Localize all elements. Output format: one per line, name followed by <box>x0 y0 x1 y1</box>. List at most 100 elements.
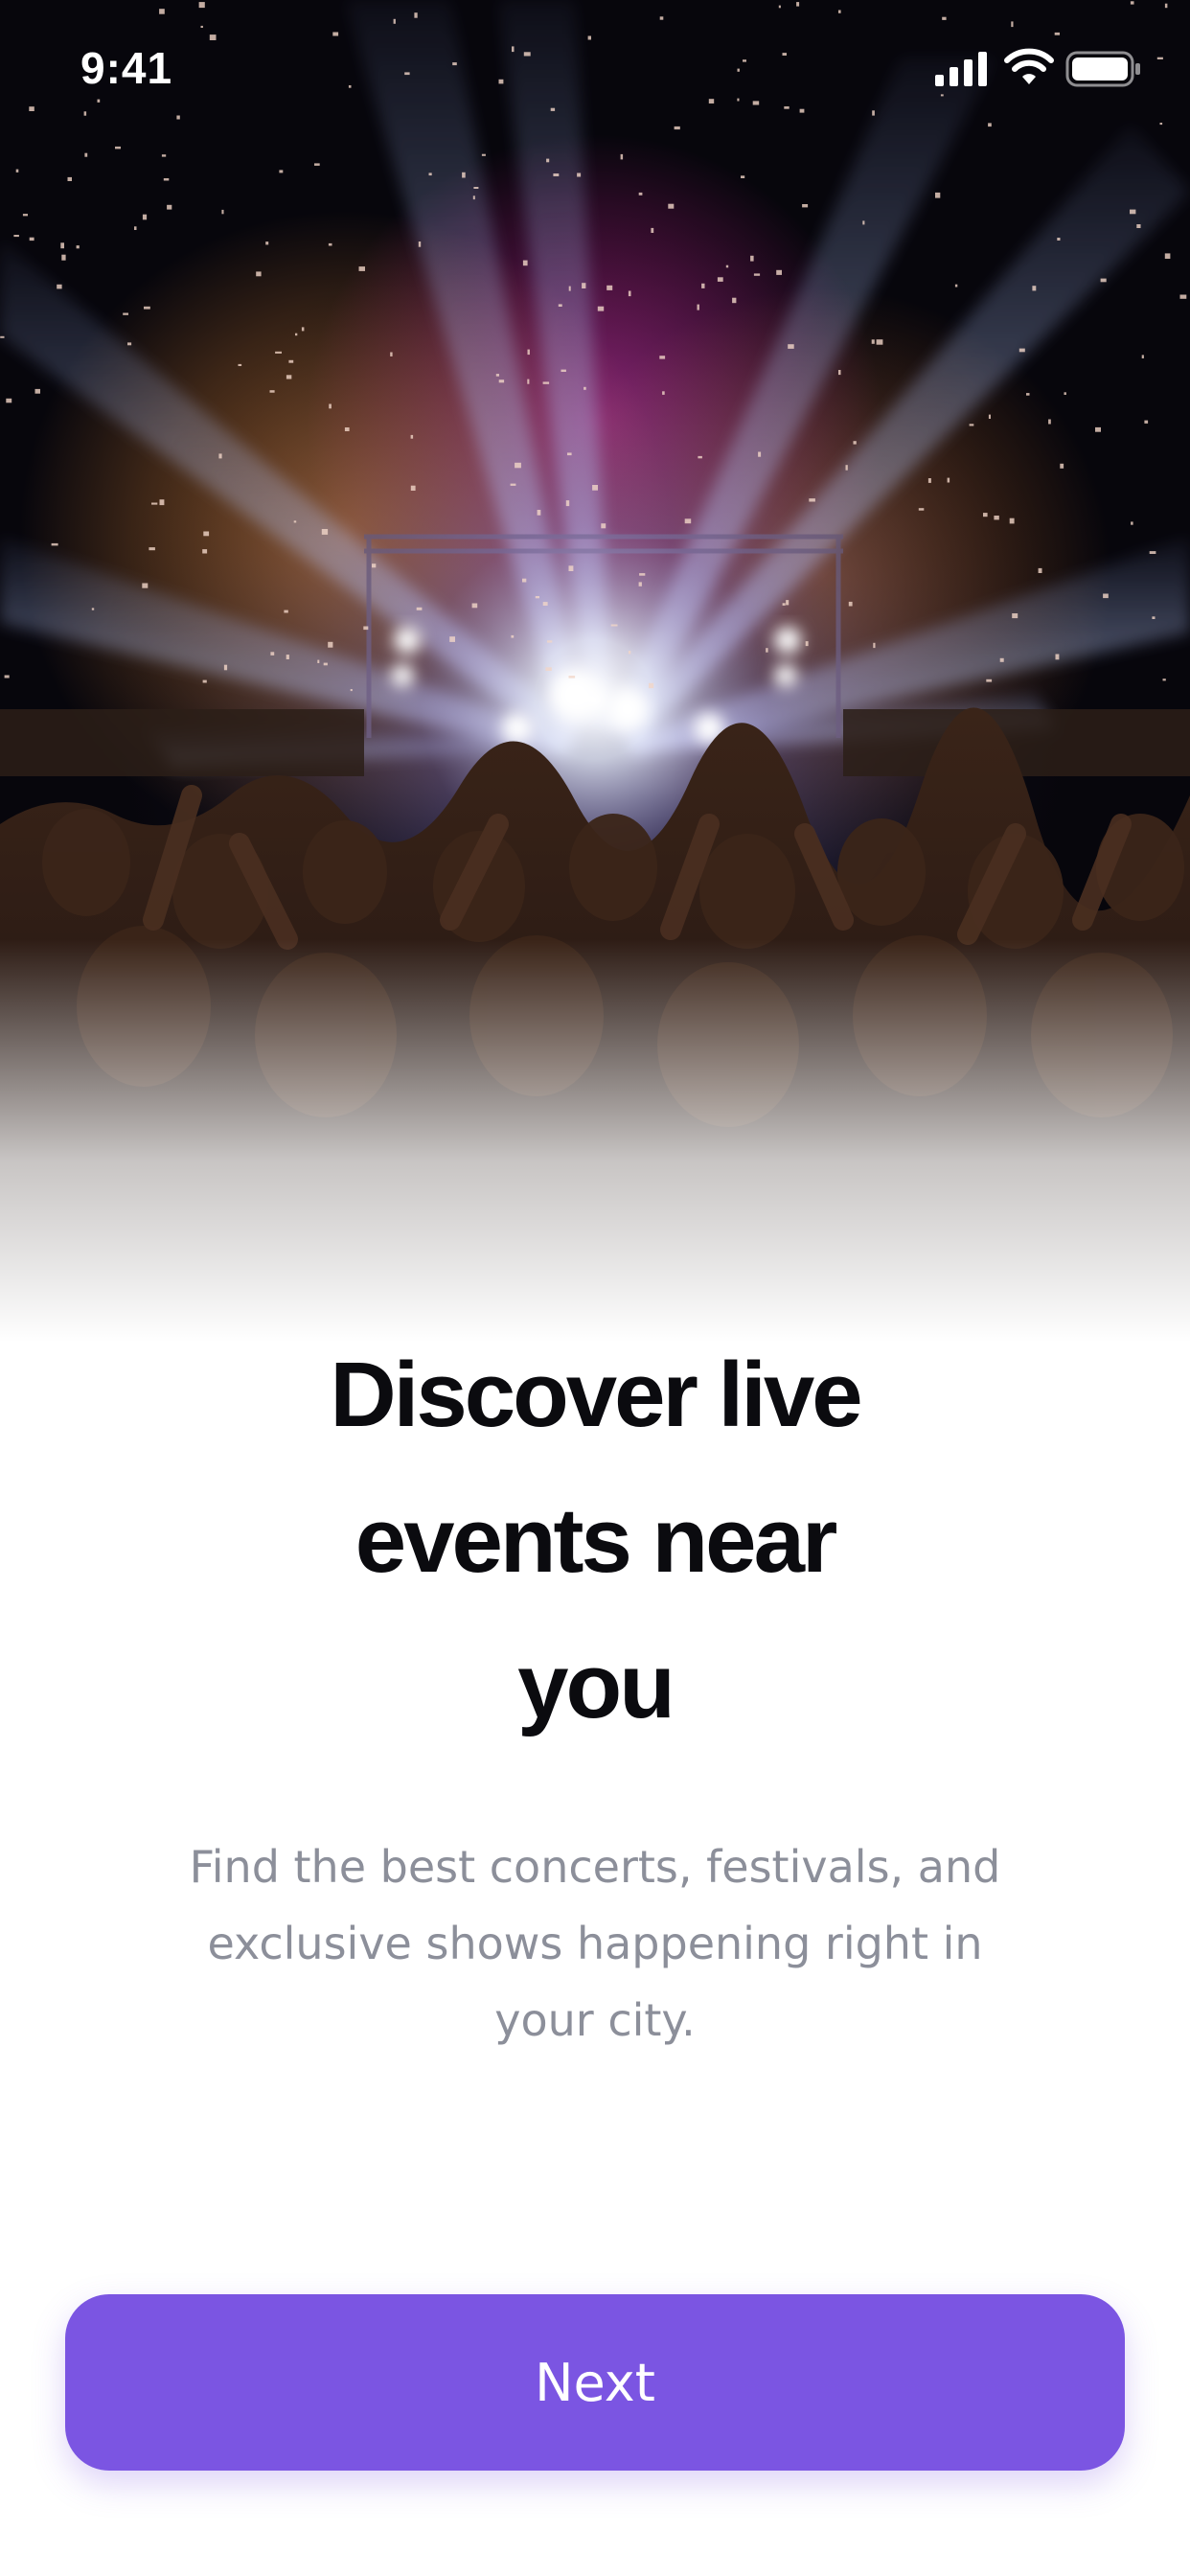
confetti-speck <box>84 152 88 157</box>
confetti-speck <box>358 266 365 271</box>
confetti-speck <box>167 204 172 210</box>
status-time: 9:41 <box>80 43 173 93</box>
confetti-speck <box>142 583 149 588</box>
confetti-speck <box>149 547 155 551</box>
cellular-signal-icon <box>935 52 987 86</box>
confetti-speck <box>515 462 521 469</box>
confetti-speck <box>983 513 988 518</box>
confetti-speck <box>788 344 794 349</box>
confetti-speck <box>350 689 353 692</box>
confetti-speck <box>537 510 541 516</box>
confetti-speck <box>553 173 560 176</box>
confetti-speck <box>1026 393 1030 396</box>
confetti-speck <box>163 178 170 181</box>
confetti-speck <box>495 374 499 377</box>
confetti-speck <box>698 455 702 459</box>
confetti-speck <box>238 363 242 366</box>
confetti-speck <box>732 297 737 304</box>
confetti-speck <box>809 498 815 502</box>
confetti-speck <box>372 564 377 568</box>
status-bar: 9:41 <box>0 0 1190 134</box>
confetti-speck <box>286 655 289 659</box>
confetti-speck <box>697 304 699 310</box>
confetti-speck <box>725 264 729 268</box>
confetti-speck <box>15 169 19 172</box>
confetti-speck <box>472 196 475 200</box>
confetti-speck <box>221 209 224 215</box>
confetti-speck <box>1152 616 1156 619</box>
confetti-speck <box>1057 238 1061 241</box>
confetti-speck <box>522 578 527 583</box>
confetti-speck <box>601 523 606 529</box>
confetti-speck <box>161 154 167 157</box>
confetti-speck <box>862 220 865 225</box>
confetti-speck <box>269 390 275 393</box>
confetti-speck <box>999 657 1004 662</box>
confetti-speck <box>659 356 666 359</box>
confetti-speck <box>1144 420 1149 424</box>
confetti-speck <box>202 679 207 683</box>
confetti-speck <box>546 158 550 163</box>
confetti-speck <box>51 542 58 546</box>
confetti-speck <box>584 386 586 390</box>
confetti-speck <box>558 304 562 307</box>
confetti-speck <box>522 260 528 266</box>
confetti-speck <box>1012 613 1018 619</box>
confetti-speck <box>1100 278 1107 283</box>
confetti-speck <box>449 636 455 642</box>
confetti-speck <box>134 226 137 230</box>
confetti-speck <box>159 499 165 506</box>
confetti-speck <box>935 192 941 198</box>
confetti-speck <box>649 682 654 689</box>
confetti-speck <box>753 273 761 276</box>
confetti-speck <box>1048 419 1051 425</box>
confetti-speck <box>91 608 95 610</box>
confetti-speck <box>317 659 320 663</box>
confetti-speck <box>471 603 478 609</box>
confetti-speck <box>13 235 19 238</box>
confetti-speck <box>1130 209 1136 215</box>
confetti-speck <box>994 516 999 520</box>
confetti-speck <box>606 285 613 290</box>
confetti-speck <box>592 485 598 491</box>
battery-icon <box>1065 51 1140 87</box>
confetti-speck <box>873 642 876 649</box>
confetti-speck <box>142 214 148 220</box>
hero-concert-image <box>0 0 1190 1342</box>
confetti-speck <box>1164 253 1171 259</box>
confetti-speck <box>758 451 762 457</box>
confetti-speck <box>275 351 282 354</box>
confetti-speck <box>1136 224 1141 228</box>
confetti-speck <box>288 359 294 363</box>
confetti-speck <box>144 306 150 310</box>
confetti-speck <box>29 237 34 242</box>
confetti-speck <box>416 607 423 610</box>
confetti-speck <box>34 388 40 394</box>
confetti-speck <box>293 520 297 523</box>
confetti-speck <box>1149 551 1156 554</box>
confetti-speck <box>510 483 516 486</box>
confetti-speck <box>286 375 292 380</box>
confetti-speck <box>527 379 530 384</box>
confetti-speck <box>328 641 333 648</box>
confetti-speck <box>473 187 479 189</box>
confetti-speck <box>639 573 646 576</box>
confetti-speck <box>741 175 745 178</box>
confetti-speck <box>568 676 576 678</box>
next-button[interactable]: Next <box>65 2294 1125 2471</box>
confetti-speck <box>567 452 572 456</box>
confetti-speck <box>918 508 925 511</box>
confetti-speck <box>568 286 571 291</box>
wifi-icon <box>1004 48 1054 84</box>
confetti-speck <box>628 290 631 297</box>
confetti-speck <box>1103 593 1109 599</box>
confetti-speck <box>61 254 66 261</box>
confetti-speck <box>295 333 298 336</box>
confetti-speck <box>6 398 12 403</box>
confetti-speck <box>1009 518 1015 524</box>
confetti-speck <box>582 283 586 288</box>
confetti-speck <box>535 596 539 599</box>
confetti-speck <box>651 227 654 233</box>
confetti-speck <box>123 312 128 315</box>
confetti-speck <box>782 603 786 606</box>
